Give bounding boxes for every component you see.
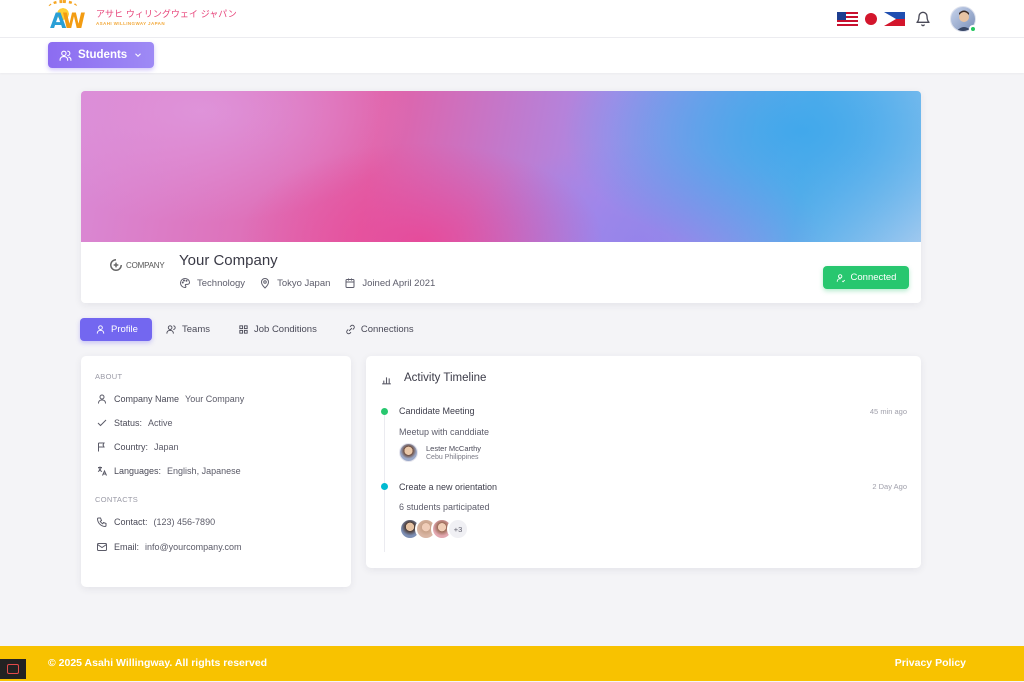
more-participants-badge[interactable]: +3 — [447, 518, 469, 540]
event-person[interactable]: Lester McCarthy Cebu Philippines — [399, 443, 481, 462]
user-icon — [97, 394, 106, 403]
translate-icon — [97, 466, 107, 476]
tab-job-conditions-label: Job Conditions — [253, 324, 317, 335]
contact-label: Contact: — [114, 516, 148, 527]
connected-button-label: Connected — [850, 272, 897, 283]
person-location: Cebu Philippines — [426, 454, 479, 462]
company-logo-icon — [110, 259, 122, 271]
contact-value[interactable]: (123) 456-7890 — [154, 517, 216, 527]
person-avatar — [399, 443, 418, 462]
email-value[interactable]: info@yourcompany.com — [145, 542, 242, 552]
check-icon — [97, 419, 106, 426]
profile-tabs: Profile Teams Job Conditions Connections — [80, 318, 428, 341]
event-description: Meetup with canddiate — [399, 427, 490, 437]
languages-value: English, Japanese — [167, 465, 241, 476]
joined-text: Joined April 2021 — [362, 277, 436, 289]
company-name-value: Your Company — [185, 393, 245, 404]
contact-row: Contact: (123) 456-7890 — [95, 515, 215, 528]
palette-icon — [180, 277, 191, 289]
online-status-dot — [969, 25, 977, 33]
timeline-dot-success — [381, 408, 388, 415]
sub-navigation-bar: Students — [0, 38, 1024, 73]
email-label: Email: — [114, 541, 140, 552]
user-check-icon — [836, 273, 845, 282]
person-name: Lester McCarthy — [426, 443, 482, 453]
about-section-title: ABOUT — [95, 372, 123, 381]
event-title: Create a new orientation — [399, 482, 498, 492]
us-flag-icon[interactable] — [837, 12, 858, 26]
link-icon — [346, 324, 355, 335]
user-icon — [96, 325, 105, 334]
connected-button[interactable]: Connected — [823, 266, 909, 289]
tab-job-conditions[interactable]: Job Conditions — [224, 318, 331, 341]
map-pin-icon — [261, 278, 270, 289]
corner-widget-icon[interactable] — [0, 659, 26, 679]
event-title: Candidate Meeting — [399, 406, 475, 416]
country-label: Country: — [114, 441, 149, 452]
tab-connections[interactable]: Connections — [331, 318, 428, 341]
flag-icon — [97, 442, 105, 451]
status-row: Status: Active — [95, 416, 173, 429]
event-time: 45 min ago — [869, 407, 907, 416]
grid-icon — [239, 325, 248, 334]
country-row: Country: Japan — [95, 440, 179, 453]
company-name-row: Company Name Your Company — [95, 392, 244, 405]
event-time: 2 Day Ago — [872, 482, 907, 491]
privacy-policy-link[interactable]: Privacy Policy — [895, 657, 966, 669]
app-logo[interactable]: AW アサヒ ウィリングウェイ ジャパン ASAHI WILLINGWAY JA… — [48, 0, 237, 34]
bar-chart-icon — [382, 377, 391, 385]
header-actions — [837, 6, 977, 33]
mail-icon — [96, 542, 107, 551]
phone-icon — [96, 517, 106, 527]
footer: © 2025 Asahi Willingway. All rights rese… — [0, 646, 1024, 681]
tab-profile[interactable]: Profile — [80, 318, 152, 341]
chevron-down-icon — [135, 53, 142, 57]
logo-english-text: ASAHI WILLINGWAY JAPAN — [96, 21, 165, 27]
logo-japanese-text: アサヒ ウィリングウェイ ジャパン — [96, 10, 237, 21]
company-name-heading: Your Company — [179, 252, 278, 269]
location-text: Tokyo Japan — [277, 277, 331, 289]
participant-avatars: +3 — [399, 518, 469, 540]
students-menu-label: Students — [78, 49, 128, 61]
company-name-label: Company Name — [114, 393, 180, 404]
status-label: Status: — [114, 417, 143, 428]
footer-copyright: © 2025 Asahi Willingway. All rights rese… — [48, 657, 268, 669]
philippines-flag-icon[interactable] — [884, 12, 905, 26]
company-logo: COMPANY — [109, 258, 165, 272]
tab-profile-label: Profile — [111, 324, 138, 335]
users-icon — [166, 325, 176, 334]
profile-banner — [81, 91, 921, 242]
calendar-icon — [345, 278, 355, 288]
status-value: Active — [148, 417, 173, 428]
profile-header-card: COMPANY Your Company Technology Tokyo Ja… — [81, 91, 921, 303]
activity-timeline-card: Activity Timeline Candidate Meeting 45 m… — [366, 356, 921, 568]
japan-flag-icon[interactable] — [865, 13, 877, 25]
country-value: Japan — [154, 441, 179, 452]
tab-teams-label: Teams — [182, 324, 210, 335]
contacts-section-title: CONTACTS — [95, 495, 139, 504]
about-card: ABOUT Company Name Your Company Status: … — [81, 356, 351, 587]
users-icon — [59, 50, 72, 61]
industry-text: Technology — [197, 277, 246, 289]
activity-timeline-title: Activity Timeline — [404, 372, 487, 384]
tab-connections-label: Connections — [360, 324, 414, 335]
user-avatar[interactable] — [944, 6, 977, 33]
email-row: Email: info@yourcompany.com — [95, 540, 242, 553]
bell-icon[interactable] — [915, 11, 931, 27]
company-logo-text: COMPANY — [126, 260, 165, 270]
languages-row: Languages: English, Japanese — [95, 464, 241, 477]
languages-label: Languages: — [114, 465, 162, 476]
top-bar: AW アサヒ ウィリングウェイ ジャパン ASAHI WILLINGWAY JA… — [0, 0, 1024, 38]
students-menu-button[interactable]: Students — [48, 42, 154, 68]
timeline-dot-info — [381, 483, 388, 490]
company-meta: Technology Tokyo Japan Joined April 2021 — [179, 277, 435, 289]
logo-mark-icon: AW — [48, 0, 94, 34]
event-description: 6 students participated — [399, 502, 490, 512]
tab-teams[interactable]: Teams — [152, 318, 224, 341]
